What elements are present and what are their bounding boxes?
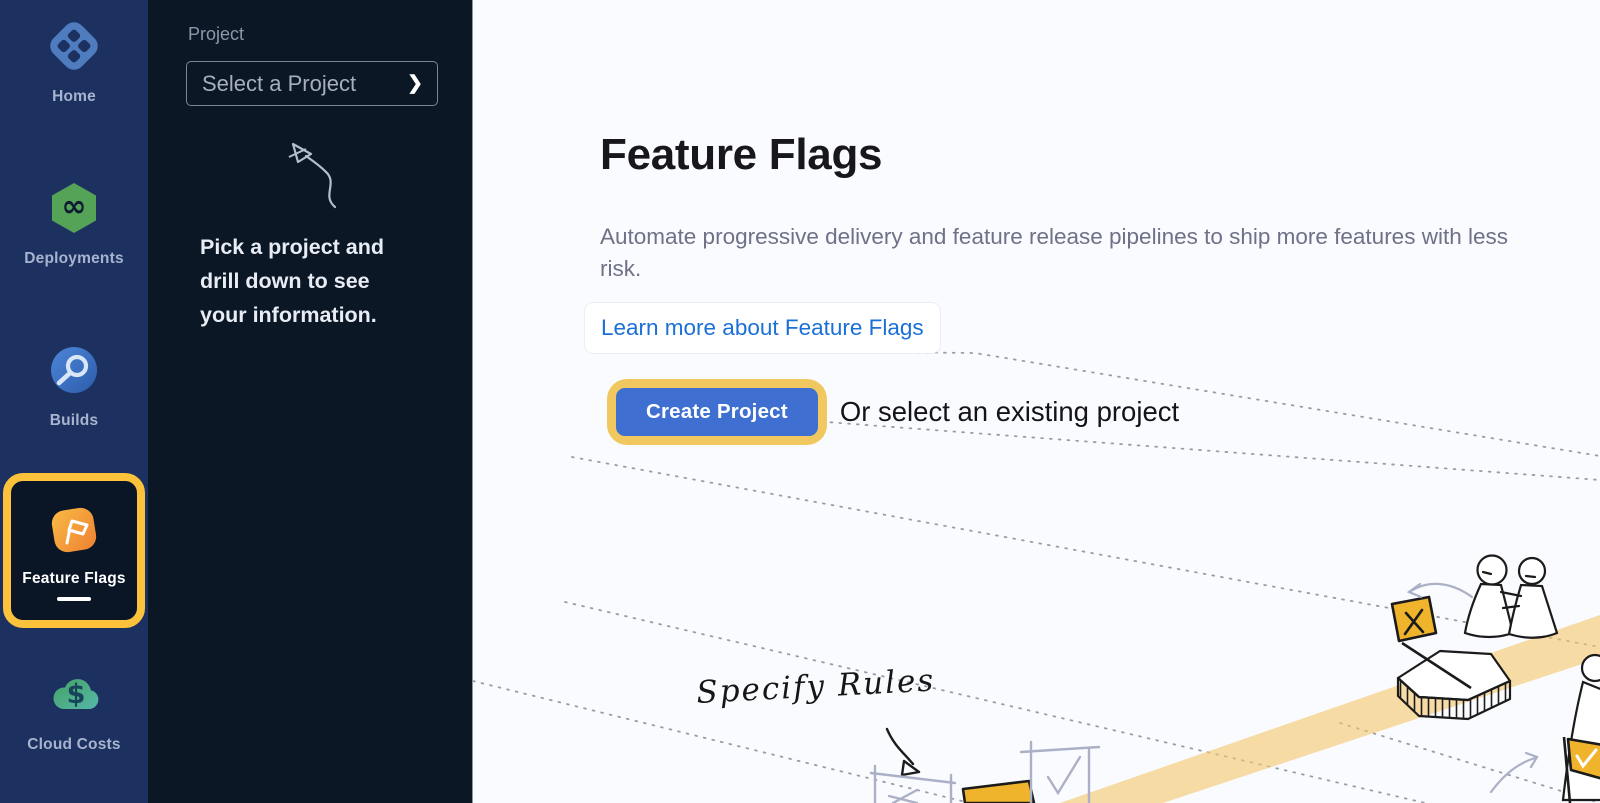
or-select-text: Or select an existing project <box>840 396 1179 428</box>
builds-icon <box>46 342 102 398</box>
svg-text:$: $ <box>67 679 86 710</box>
learn-more-link[interactable]: Learn more about Feature Flags <box>601 315 924 340</box>
sidebar-item-builds[interactable]: Builds <box>0 324 148 430</box>
sketch-flag-check <box>1564 737 1600 803</box>
create-project-highlight-ring: Create Project <box>607 379 827 445</box>
curved-arrow-left-icon <box>1409 584 1472 597</box>
main-content: Specify Rules <box>472 0 1600 803</box>
page-description: Automate progressive delivery and featur… <box>600 221 1535 284</box>
yellow-road-band <box>1060 615 1600 803</box>
home-icon <box>46 18 102 74</box>
sidebar-item-label: Feature Flags <box>11 570 137 588</box>
sidebar-item-label: Deployments <box>0 250 148 268</box>
sketch-arrow-down-icon <box>887 729 919 775</box>
app-root: Home ∞ Deployments Builds <box>0 0 1600 803</box>
module-sidebar: Home ∞ Deployments Builds <box>0 0 148 803</box>
deployments-icon: ∞ <box>46 180 102 236</box>
sidebar-item-feature-flags[interactable]: Feature Flags <box>3 473 145 628</box>
sidebar-item-label: Cloud Costs <box>0 736 148 754</box>
project-selector-value: Select a Project <box>202 71 356 97</box>
sidebar-item-home[interactable]: Home <box>0 0 148 106</box>
svg-text:∞: ∞ <box>62 189 87 224</box>
sketch-people <box>1465 556 1557 638</box>
sidebar-item-deployments[interactable]: ∞ Deployments <box>0 162 148 268</box>
sidebar-item-label: Builds <box>0 412 148 430</box>
sketch-hexagon-platform <box>1398 651 1510 719</box>
chevron-right-icon: ❯ <box>407 72 423 95</box>
cloud-costs-icon: $ <box>46 666 102 722</box>
project-help-text: Pick a project and drill down to see you… <box>200 230 416 332</box>
sketch-mini-flag <box>963 781 1034 803</box>
feature-flags-icon <box>46 502 102 558</box>
sketch-flag-x <box>1392 597 1471 688</box>
project-label: Project <box>188 24 244 45</box>
page-title: Feature Flags <box>600 130 882 180</box>
project-panel: Project Select a Project ❯ Pick a projec… <box>148 0 472 803</box>
create-project-button[interactable]: Create Project <box>616 388 818 436</box>
hand-drawn-arrow-icon <box>273 135 353 220</box>
project-selector[interactable]: Select a Project ❯ <box>186 61 438 106</box>
specify-rules-label: Specify Rules <box>696 663 937 711</box>
cta-row: Create Project Or select an existing pro… <box>607 379 1179 445</box>
sidebar-item-cloud-costs[interactable]: $ Cloud Costs <box>0 648 148 754</box>
sketch-checkpoint-check-box <box>1021 742 1099 803</box>
sidebar-item-label: Home <box>0 88 148 106</box>
sketch-person-partial <box>1563 655 1600 800</box>
sketch-checkpoint-x-box <box>871 766 955 803</box>
learn-more-highlight: Learn more about Feature Flags <box>585 303 940 353</box>
active-indicator <box>57 597 91 601</box>
curved-arrow-up-icon <box>1491 753 1537 792</box>
